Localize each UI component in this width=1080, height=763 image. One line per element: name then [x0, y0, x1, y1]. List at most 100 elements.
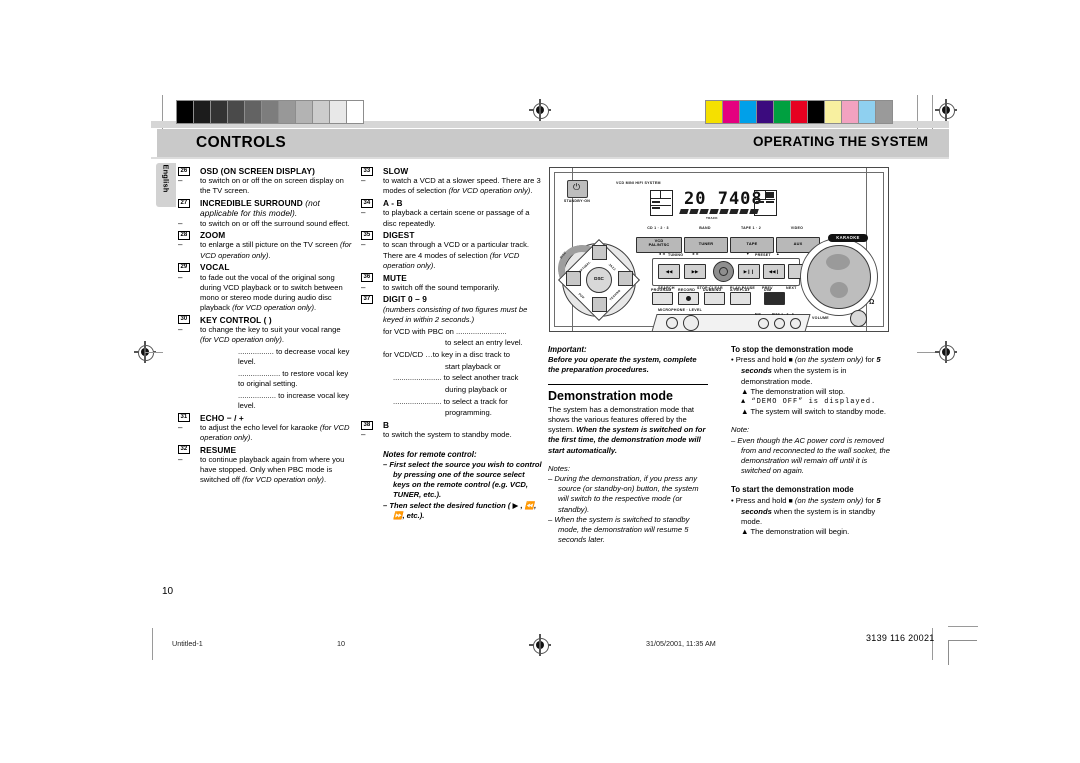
dsc-pad-right[interactable]: [618, 271, 633, 286]
gray-swatch-2: [211, 101, 227, 123]
tuning-label: TUNING: [668, 253, 684, 257]
control-number: 38: [361, 420, 373, 430]
remote-note-item: – Then select the desired function ( ▶ ,…: [383, 500, 537, 520]
source-button-label: TUNER: [698, 240, 714, 246]
control-body: – to switch on or off the surround sound …: [178, 218, 350, 228]
control-entry: 30 KEY CONTROL ( ) – to change the key to s…: [178, 315, 354, 411]
mic-jack[interactable]: [666, 317, 678, 329]
dsc-center-label: DSC: [594, 276, 604, 281]
control-sub-line: ....................... to select a trac…: [393, 396, 508, 406]
control-entry: 32 RESUME – to continue playback again from…: [178, 445, 354, 486]
source-button-row: CD 1 · 2 · 3 VCD PAL/NTSC BAND TUNER TAPE 1 ·…: [636, 226, 820, 253]
control-title: 38 B: [361, 420, 543, 430]
dubbing-button[interactable]: [704, 292, 725, 305]
notes-label: Notes:: [548, 463, 570, 473]
volume-label: VOLUME: [812, 316, 829, 320]
control-sub-line: .................. to increase vocal key…: [238, 390, 349, 410]
note-label: Note:: [731, 425, 750, 435]
source-header-0: CD 1 · 2 · 3: [647, 226, 669, 230]
control-entry: 36 MUTE – to switch off the sound temporari…: [361, 273, 543, 293]
search-forward-button[interactable]: ▶▶: [684, 264, 706, 279]
function-label-record: RECORD: [678, 288, 696, 292]
gray-swatch-3: [228, 101, 244, 123]
source-header-1: BAND: [699, 226, 711, 230]
control-sub-line: ....................... to select anothe…: [393, 373, 519, 383]
search-back-button[interactable]: ◀◀: [658, 264, 680, 279]
jack-disc-2[interactable]: [790, 318, 801, 329]
control-number: 34: [361, 198, 373, 208]
color-swatch-10: [876, 101, 892, 123]
control-body: – to fade out the vocal of the original s…: [178, 272, 343, 313]
product-illustration: VCD MINI HIFI SYSTEM STANDBY·ON 20 7408 …: [549, 167, 889, 332]
dsc-pad-top[interactable]: [592, 245, 607, 260]
stop-demo-title: To stop the demonstration mode: [731, 345, 854, 354]
dash-marker: –: [361, 176, 366, 186]
lcd-value: 20 7408: [684, 189, 763, 209]
page-number: 10: [162, 586, 174, 597]
play-pause-button[interactable]: ▶❙❙: [738, 264, 760, 279]
control-sub-line: for VCD/CD …to key in a disc track to: [383, 349, 511, 359]
important-title: Important:: [548, 345, 587, 354]
remote-note-item: – First select the source you wish to co…: [383, 459, 542, 500]
stop-clear-button[interactable]: [713, 261, 734, 282]
control-title: 31 ECHO − / +: [178, 413, 354, 423]
source-button-tuner[interactable]: TUNER: [684, 237, 728, 253]
record-button[interactable]: [678, 292, 699, 305]
control-entry: 33 SLOW – to watch a VCD at a slower speed.…: [361, 166, 543, 197]
mic-level-knob[interactable]: [683, 315, 699, 331]
control-title: 33 SLOW: [361, 166, 543, 176]
dim-button[interactable]: [764, 292, 785, 305]
volume-knob[interactable]: [800, 238, 878, 316]
system-only-note: (on the system only): [792, 495, 864, 505]
volume-dimple-bottom: [830, 282, 848, 298]
standby-on-button[interactable]: [567, 180, 588, 198]
control-body: – to switch off the sound temporarily.: [361, 282, 500, 292]
dsc-center-button[interactable]: DSC: [586, 267, 612, 293]
ac-power-note: – Even though the AC power cord is remov…: [731, 435, 891, 476]
source-button-vcd[interactable]: VCD PAL/NTSC: [636, 237, 682, 253]
control-entry: 27 INCREDIBLE SURROUND (not applicable fo…: [178, 198, 354, 229]
control-title: 37 DIGIT 0 – 9: [361, 294, 543, 304]
dsc-pad-bottom[interactable]: [592, 297, 607, 312]
a-replay-button[interactable]: [730, 292, 751, 305]
headphone-jack[interactable]: [850, 310, 867, 327]
lcd-mode-icon: [754, 190, 777, 216]
program-button[interactable]: [652, 292, 673, 305]
page-title-operating: OPERATING THE SYSTEM: [753, 134, 929, 149]
control-entry: 31 ECHO − / + – to adjust the echo level fo…: [178, 413, 354, 444]
dash-marker: –: [178, 218, 183, 228]
start-demo-title: To start the demonstration mode: [731, 485, 854, 495]
control-number: 29: [178, 262, 190, 272]
section-divider: [548, 383, 708, 385]
color-swatch-0: [706, 101, 722, 123]
karaoke-brand-badge: KARAOKE: [828, 234, 868, 242]
jack-mic[interactable]: [758, 318, 769, 329]
dsc-pad-left[interactable]: [566, 271, 581, 286]
registration-mark-top-center: [529, 99, 551, 121]
function-label-dubbing: DUBBING: [703, 288, 722, 292]
footer-timestamp: 31/05/2001, 11:35 AM: [646, 639, 716, 648]
dsc-control[interactable]: DSC OPTIMAL JAZZ TECHNO POP DISC: [553, 238, 641, 322]
footer-page: 10: [337, 639, 345, 648]
crop-line-bottom-rule: [948, 626, 978, 627]
registration-mark-top-right: [935, 99, 957, 121]
registration-mark-bottom-center: [529, 634, 551, 656]
color-swatch-1: [723, 101, 739, 123]
result-line: ▲ The demonstration will stop.: [741, 386, 846, 396]
control-entry: 29 VOCAL – to fade out the vocal of the ori…: [178, 262, 354, 313]
jack-disc-1[interactable]: [774, 318, 785, 329]
control-title: 34 A - B: [361, 198, 543, 208]
lcd-track-label: TRACK: [706, 216, 718, 220]
grayscale-calibration-strip: [176, 100, 364, 124]
function-label-program: PROGRAM: [651, 288, 672, 292]
result-line: ▲ “DEMO OFF” is displayed.: [741, 398, 877, 407]
footer-filename: Untitled-1: [172, 639, 203, 648]
control-sub-line: to select an entry level.: [445, 338, 523, 348]
prev-button[interactable]: ◀◀❙: [763, 264, 785, 279]
control-sub-line: .................... to restore vocal ke…: [238, 368, 349, 389]
manual-page: CONTROLS OPERATING THE SYSTEM English 26…: [0, 0, 1080, 763]
control-body: – to enlarge a still picture on the TV sc…: [178, 240, 352, 260]
source-button-tape[interactable]: TAPE: [730, 237, 774, 253]
function-label-areplay: A·REPLAY: [730, 288, 751, 292]
illustration-model-text: VCD MINI HIFI SYSTEM: [616, 181, 661, 185]
